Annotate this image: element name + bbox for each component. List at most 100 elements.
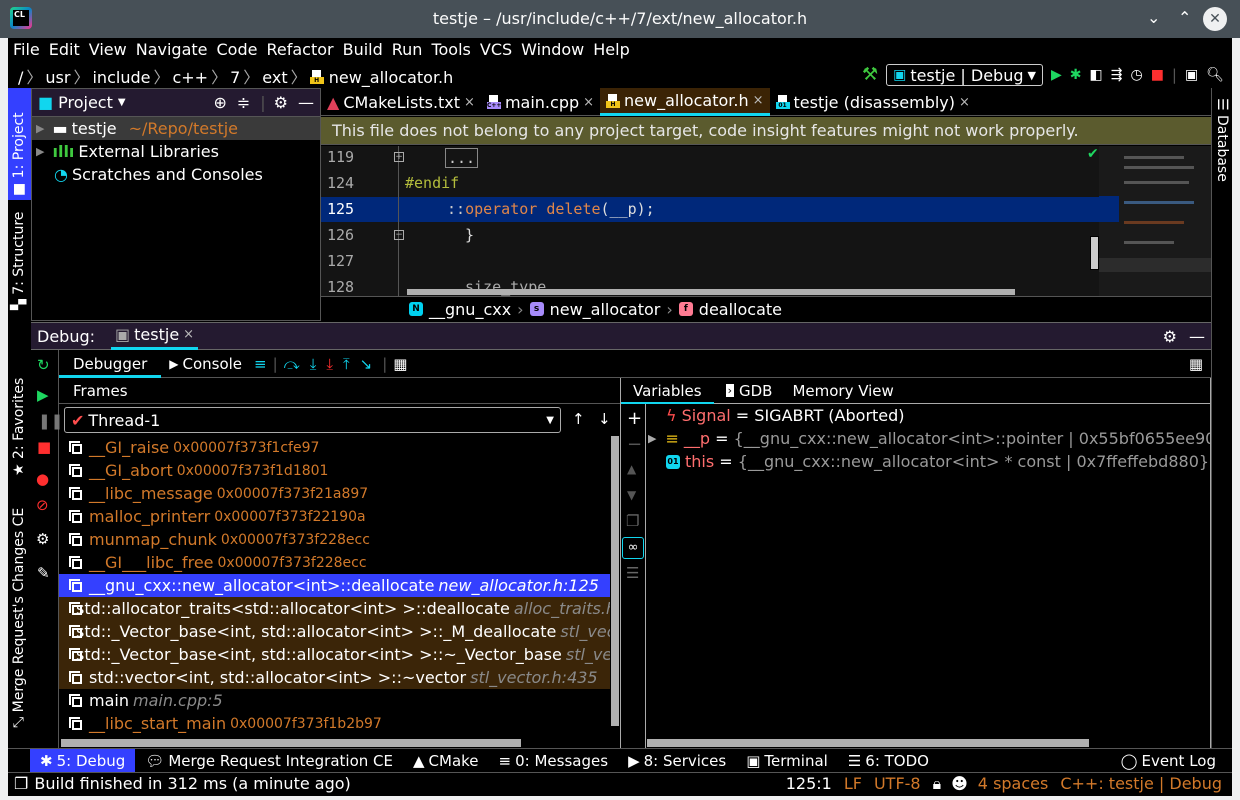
editor-vertical-scrollbar[interactable] xyxy=(1090,236,1099,270)
layout-icon[interactable]: ≡ xyxy=(254,355,267,373)
build-hammer-icon[interactable]: ⚒ xyxy=(862,66,878,84)
debug-session-tab[interactable]: ▣ testje × xyxy=(111,322,199,350)
tool-tab-merge-request-integration[interactable]: 💬︎ Merge Request Integration CE xyxy=(135,749,403,773)
mute-breakpoints-icon[interactable]: ⊘ xyxy=(36,496,49,514)
close-tab-icon[interactable]: × xyxy=(464,95,475,110)
tool-tab-messages[interactable]: ≡ 0: Messages xyxy=(489,749,619,773)
duplicate-watch-icon[interactable]: ❐ xyxy=(626,512,639,530)
stop-icon[interactable]: ■ xyxy=(1151,67,1164,83)
menu-help[interactable]: Help xyxy=(593,38,629,62)
settings-icon[interactable]: ⚙ xyxy=(36,530,49,548)
indent-setting[interactable]: 4 spaces xyxy=(978,774,1049,793)
restore-layout-icon[interactable]: ▦ xyxy=(1189,355,1203,373)
tool-tab-project[interactable]: ■ 1: Project xyxy=(8,88,31,200)
tab-memory-view[interactable]: Memory View xyxy=(784,382,901,400)
evaluate-expression-icon[interactable]: ▦ xyxy=(393,355,407,373)
resolve-context[interactable]: C++: testje | Debug xyxy=(1060,774,1222,793)
frame-row[interactable]: __GI_raise 0x00007f373f1cfe97 xyxy=(59,436,610,459)
hide-icon[interactable]: — xyxy=(298,93,314,112)
run-config-dropdown[interactable]: ▣ testje | Debug ▼ xyxy=(886,64,1043,86)
coverage-icon[interactable]: ◧ xyxy=(1090,67,1103,83)
collapse-all-icon[interactable]: ≑ xyxy=(237,93,250,112)
crumb-namespace[interactable]: __gnu_cxx xyxy=(429,300,511,319)
tree-item-external-libraries[interactable]: ▶ ıllı External Libraries xyxy=(32,140,320,163)
menu-file[interactable]: File xyxy=(13,38,40,62)
next-frame-icon[interactable]: ↓ xyxy=(598,410,611,428)
close-tab-icon[interactable]: × xyxy=(183,327,194,342)
tool-tab-terminal[interactable]: ▣ Terminal xyxy=(736,749,838,773)
expand-arrow-icon[interactable]: ▶ xyxy=(648,432,656,445)
add-watch-icon[interactable]: + xyxy=(627,408,642,429)
menu-vcs[interactable]: VCS xyxy=(480,38,512,62)
frame-row[interactable]: __libc_start_main 0x00007f373f1b2b97 xyxy=(59,712,610,735)
tab-variables[interactable]: Variables xyxy=(621,378,714,404)
tab-new-allocator[interactable]: H new_allocator.h × xyxy=(600,88,770,116)
debug-icon[interactable]: ✱ xyxy=(1070,67,1082,83)
project-view-selector[interactable]: Project xyxy=(58,93,113,112)
frames-vertical-scrollbar[interactable] xyxy=(611,436,619,726)
gear-icon[interactable]: ⚙ xyxy=(274,93,288,112)
lock-icon[interactable]: 🔒︎ xyxy=(933,774,942,794)
menu-run[interactable]: Run xyxy=(392,38,423,62)
minimize-button[interactable]: ⌄ xyxy=(1147,8,1160,27)
menu-refactor[interactable]: Refactor xyxy=(266,38,333,62)
terminal-icon[interactable]: ▣ xyxy=(1185,67,1198,83)
menu-build[interactable]: Build xyxy=(343,38,383,62)
tab-main-cpp[interactable]: C++ main.cpp × xyxy=(481,88,600,116)
frame-row[interactable]: __GI___libc_free 0x00007f373f228ecc xyxy=(59,551,610,574)
folded-code[interactable]: ... xyxy=(445,148,479,168)
attach-icon[interactable]: ◷ xyxy=(1130,67,1142,83)
tool-tab-cmake[interactable]: ▲ CMake xyxy=(403,749,489,773)
frame-row[interactable]: malloc_printerr 0x00007f373f22190a xyxy=(59,505,610,528)
variable-row-this[interactable]: 01 this = {__gnu_cxx::new_allocator<int>… xyxy=(646,450,1210,473)
frame-row[interactable]: std::_Vector_base<int, std::allocator<in… xyxy=(59,620,610,643)
tool-tab-todo[interactable]: ☰ 6: TODO xyxy=(838,749,939,773)
frame-row[interactable]: __libc_message 0x00007f373f21a897 xyxy=(59,482,610,505)
close-tab-icon[interactable]: × xyxy=(959,95,970,110)
chevron-down-icon[interactable]: ▼ xyxy=(118,97,126,108)
tree-item-scratches[interactable]: ◔ Scratches and Consoles xyxy=(32,163,320,186)
code-editor[interactable]: 119 124 125 126 127 128 + − ... #endif :… xyxy=(321,146,1211,296)
expand-arrow-icon[interactable]: ▶ xyxy=(36,145,44,158)
thread-selector[interactable]: ✔ Thread-1 ▼ xyxy=(64,407,561,433)
columns-icon[interactable]: ☰ xyxy=(626,564,639,582)
tool-tab-favorites[interactable]: ★ 2: Favorites xyxy=(8,368,31,478)
move-up-icon[interactable]: ▲ xyxy=(627,462,636,476)
previous-frame-icon[interactable]: ↑ xyxy=(572,410,585,428)
tab-debugger[interactable]: Debugger xyxy=(59,350,162,378)
menu-code[interactable]: Code xyxy=(217,38,258,62)
pin-icon[interactable]: ✎ xyxy=(37,564,50,582)
tab-disassembly[interactable]: 01 testje (disassembly) × xyxy=(770,88,976,116)
tab-console[interactable]: ▶ Console xyxy=(161,355,250,373)
tool-tab-event-log[interactable]: ◯ Event Log xyxy=(1111,749,1226,773)
stop-icon[interactable]: ■ xyxy=(37,438,51,456)
caret-position[interactable]: 125:1 xyxy=(786,774,832,793)
tree-item-testje[interactable]: ▶ ▬ testje ~/Repo/testje xyxy=(32,117,320,140)
tool-tab-merge-request[interactable]: ⤡ Merge Request's Changes CE xyxy=(8,498,31,728)
run-icon[interactable]: ▶ xyxy=(1051,67,1062,83)
variable-row-signal[interactable]: ϟ Signal = SIGABRT (Aborted) xyxy=(646,404,1210,427)
file-encoding[interactable]: UTF-8 xyxy=(874,774,921,793)
frames-horizontal-scrollbar[interactable] xyxy=(61,739,521,747)
variable-row-p[interactable]: ▶ ≡ __p = {__gnu_cxx::new_allocator<int>… xyxy=(646,427,1210,450)
crumb-function[interactable]: deallocate xyxy=(699,300,782,319)
crumb-usr[interactable]: usr xyxy=(45,68,70,87)
run-to-cursor-icon[interactable]: ↘ xyxy=(360,355,373,373)
variables-horizontal-scrollbar[interactable] xyxy=(647,739,1089,747)
menu-window[interactable]: Window xyxy=(521,38,584,62)
locate-icon[interactable]: ⊕ xyxy=(213,93,226,112)
step-into-icon[interactable]: ⤓ xyxy=(310,355,317,373)
maximize-button[interactable]: ⌃ xyxy=(1178,8,1191,27)
tool-tab-database[interactable]: ☰ Database xyxy=(1212,96,1235,186)
step-over-icon[interactable]: ⤼ xyxy=(284,355,300,373)
close-tab-icon[interactable]: × xyxy=(583,95,594,110)
editor-horizontal-scrollbar[interactable] xyxy=(407,289,1015,295)
profile-icon[interactable]: ⇶ xyxy=(1111,67,1123,83)
status-message[interactable]: Build finished in 312 ms (a minute ago) xyxy=(34,774,350,793)
fold-expand-icon[interactable]: + xyxy=(394,152,404,162)
frame-row[interactable]: __gnu_cxx::new_allocator<int>::deallocat… xyxy=(59,574,610,597)
view-breakpoints-icon[interactable]: ● xyxy=(36,470,49,488)
frame-row[interactable]: main main.cpp:5 xyxy=(59,689,610,712)
frame-row[interactable]: std::allocator_traits<std::allocator<int… xyxy=(59,597,610,620)
menu-tools[interactable]: Tools xyxy=(431,38,470,62)
